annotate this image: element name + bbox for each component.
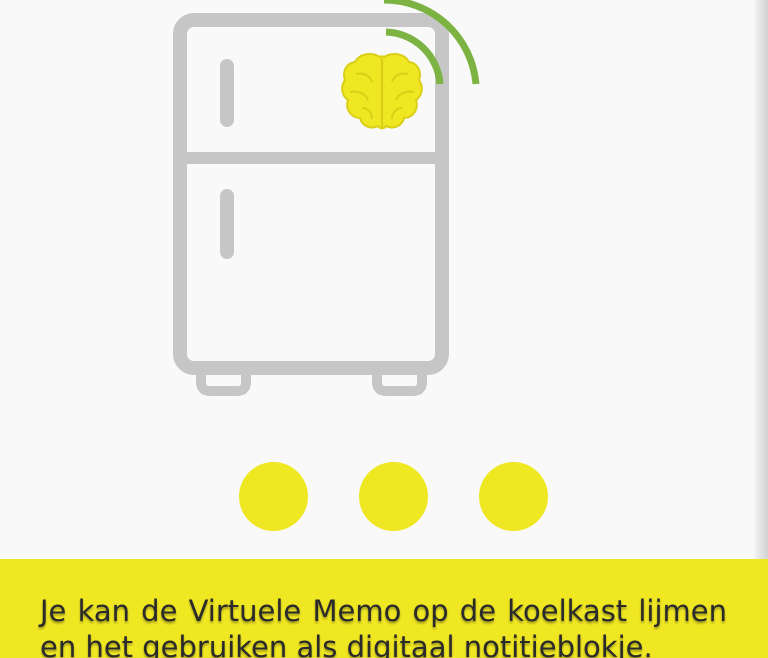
page-dot-1[interactable] bbox=[239, 462, 308, 531]
page-dot-3[interactable] bbox=[479, 462, 548, 531]
page-dot-2[interactable] bbox=[359, 462, 428, 531]
page-indicator bbox=[0, 462, 768, 532]
caption-text: Je kan de Virtuele Memo op de koelkast l… bbox=[40, 594, 727, 658]
brain-icon bbox=[341, 53, 423, 130]
caption-panel: Je kan de Virtuele Memo op de koelkast l… bbox=[0, 559, 768, 658]
fridge-illustration bbox=[173, 0, 480, 396]
